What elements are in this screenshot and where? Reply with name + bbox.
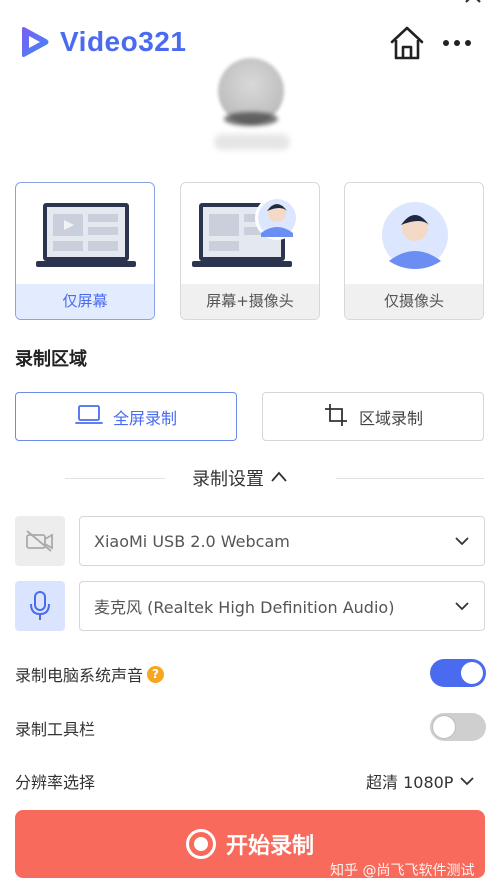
record-icon	[185, 829, 216, 859]
logo-text: Video321	[60, 26, 187, 57]
mode-camera-only[interactable]: 仅摄像头	[344, 182, 484, 320]
close-icon[interactable]	[462, 0, 484, 6]
chevron-down-icon	[454, 597, 470, 616]
resolution-label: 分辨率选择	[15, 773, 96, 792]
fullscreen-record-button[interactable]: 全屏录制	[15, 392, 237, 441]
logo-icon	[22, 27, 49, 57]
toggle-knob	[433, 716, 455, 738]
region-title: 录制区域	[15, 349, 87, 370]
laptop-screen-icon	[16, 183, 154, 286]
camera-select[interactable]: XiaoMi USB 2.0 Webcam	[79, 516, 485, 566]
user-name-blurred	[214, 134, 290, 150]
system-audio-toggle[interactable]	[430, 659, 486, 687]
mode-label: 屏幕+摄像头	[181, 284, 319, 319]
camera-off-icon[interactable]	[15, 516, 65, 566]
watermark: 知乎 @尚飞飞软件测试	[330, 863, 475, 879]
system-audio-label: 录制电脑系统声音	[15, 666, 144, 685]
divider	[336, 478, 484, 479]
microphone-select[interactable]: 麦克风 (Realtek High Definition Audio)	[79, 581, 485, 631]
crop-icon	[323, 402, 349, 432]
app-logo: Video321	[16, 22, 206, 62]
area-record-label: 区域录制	[358, 408, 423, 428]
toolbar-label: 录制工具栏	[15, 720, 96, 739]
microphone-icon[interactable]	[15, 581, 65, 631]
avatar-shadow	[224, 112, 278, 126]
mode-label: 仅屏幕	[16, 284, 154, 319]
toolbar-toggle[interactable]	[430, 713, 486, 741]
chevron-down-icon	[454, 532, 470, 551]
microphone-select-value: 麦克风 (Realtek High Definition Audio)	[94, 598, 395, 617]
toggle-knob	[461, 662, 483, 684]
fullscreen-record-label: 全屏录制	[112, 408, 177, 428]
laptop-camera-icon	[181, 183, 319, 286]
settings-toggle[interactable]: 录制设置	[192, 465, 312, 491]
toolbar-row: 录制工具栏	[15, 716, 95, 740]
area-record-button[interactable]: 区域录制	[262, 392, 484, 441]
start-record-label: 开始录制	[225, 834, 314, 859]
chevron-up-icon	[270, 468, 288, 489]
mode-label: 仅摄像头	[345, 284, 483, 319]
system-audio-row: 录制电脑系统声音 ?	[15, 662, 165, 686]
divider	[65, 478, 165, 479]
laptop-icon	[75, 404, 103, 430]
camera-select-value: XiaoMi USB 2.0 Webcam	[94, 531, 290, 551]
resolution-row: 分辨率选择	[15, 769, 95, 793]
resolution-select[interactable]: 超清 1080P	[366, 769, 475, 793]
camera-person-icon	[345, 183, 483, 286]
chevron-down-icon	[459, 772, 475, 791]
settings-header-label: 录制设置	[192, 469, 264, 490]
more-icon[interactable]	[440, 28, 474, 58]
mode-screen-camera[interactable]: 屏幕+摄像头	[180, 182, 320, 320]
home-icon[interactable]	[386, 22, 428, 64]
mode-screen-only[interactable]: 仅屏幕	[15, 182, 155, 320]
help-icon[interactable]: ?	[147, 665, 165, 683]
resolution-value: 超清 1080P	[366, 773, 454, 792]
